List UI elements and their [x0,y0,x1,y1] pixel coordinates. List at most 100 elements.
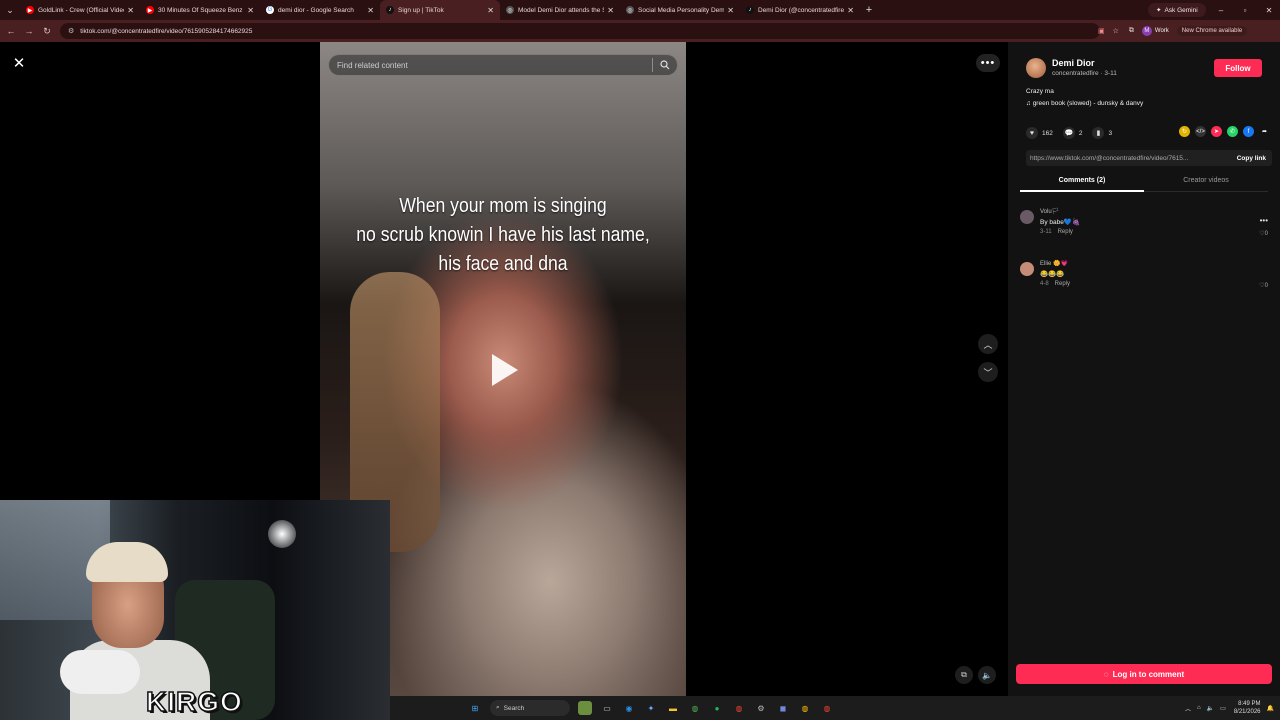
comment-like-button[interactable]: ♡0 [1259,230,1268,237]
next-video-button[interactable]: ﹀ [978,362,998,382]
reply-button[interactable]: Reply [1058,229,1073,235]
tab-close-icon[interactable]: ✕ [487,6,494,15]
discord-icon[interactable]: ◼ [776,701,790,715]
tab-comments[interactable]: Comments (2) [1020,172,1144,192]
tab-close-icon[interactable]: ✕ [247,6,254,15]
copilot-icon[interactable]: ✦ [644,701,658,715]
notification-icon[interactable]: 🔔 [1267,705,1274,712]
comment-button[interactable]: 💬 2 [1062,127,1083,139]
tab-favicon-icon: ▶ [146,6,154,14]
tab-close-icon[interactable]: ✕ [127,6,134,15]
details-panel: Demi Dior concentratedfire · 3-11 Follow… [1008,42,1280,696]
chrome-work-icon[interactable]: ◍ [798,701,812,715]
cast-icon[interactable]: ▣ [1098,27,1105,35]
task-view-icon[interactable]: ▭ [600,701,614,715]
volume-button[interactable]: 🔈 [978,666,996,684]
settings-icon[interactable]: ⚙ [754,701,768,715]
browser-tab[interactable]: ▶ 30 Minutes Of Squeeze Benz B...✕ [140,0,260,20]
back-button[interactable]: ← [2,20,20,42]
volume-icon[interactable]: 🔈 [1207,705,1214,712]
previous-video-button[interactable]: ︿ [978,334,998,354]
commenter-name[interactable]: Volu🏳 [1040,208,1059,215]
forward-button[interactable]: → [20,20,38,42]
address-bar[interactable]: ⚙ tiktok.com/@concentratedfire/video/761… [60,23,1100,39]
search-button[interactable] [653,54,677,76]
profile-name: Work [1154,28,1169,34]
repost-icon[interactable]: ↻ [1179,126,1190,137]
tab-title: GoldLink - Crew (Official Video... [38,6,125,14]
widgets-icon[interactable] [578,701,592,715]
browser-tab[interactable]: ◎ Model Demi Dior attends the S... ✕ [500,0,620,20]
close-video-button[interactable]: ✕ [10,54,28,72]
network-icon[interactable]: ⌂ [1197,705,1201,711]
chrome-icon[interactable]: ◍ [688,701,702,715]
share-arrow-icon[interactable]: ➦ [1259,126,1270,137]
tab-close-icon[interactable]: ✕ [727,6,734,15]
taskbar-clock[interactable]: 8:49 PM 8/21/2026 [1234,700,1261,716]
tab-close-icon[interactable]: ✕ [367,6,374,15]
tray-chevron-icon[interactable]: ︿ [1185,704,1191,713]
login-to-comment-button[interactable]: ◌ Log in to comment [1016,664,1272,684]
ask-gemini-button[interactable]: ✦ Ask Gemini [1148,3,1206,17]
browser-tab[interactable]: ▶ GoldLink - Crew (Official Video... ✕ [20,0,140,20]
taskbar-search[interactable]: ⌕ Search [490,700,570,716]
tab-search-icon[interactable]: ⌄ [0,0,20,20]
browser-tab[interactable]: ♪ Demi Dior (@concentratedfire)... ✕ [740,0,860,20]
comment-icon: 💬 [1062,127,1075,139]
reload-button[interactable]: ↻ [38,20,56,42]
commenter-avatar[interactable] [1020,262,1034,276]
more-options-button[interactable]: ••• [976,54,1000,72]
browser-tab[interactable]: ♪ Sign up | TikTok ✕ [380,0,500,20]
save-button[interactable]: ▮ 3 [1092,127,1112,139]
edge-icon[interactable]: ◉ [622,701,636,715]
embed-icon[interactable]: </> [1195,126,1206,137]
music-link[interactable]: ♫ green book (slowed) - dunsky & danvy [1026,100,1143,107]
tab-close-icon[interactable]: ✕ [847,6,854,15]
comment-like-button[interactable]: ♡0 [1259,282,1268,289]
author-avatar[interactable] [1026,58,1046,78]
windows-start-icon[interactable]: ⊞ [468,701,482,715]
tab-title: Model Demi Dior attends the S... [518,6,605,14]
author-name[interactable]: Demi Dior [1052,58,1095,68]
new-tab-button[interactable]: + [860,4,878,16]
tab-title: demi dior - Google Search [278,6,354,14]
browser-tab[interactable]: ◎ Social Media Personality Demi... ✕ [620,0,740,20]
commenter-name[interactable]: Ellie 🌼💗 [1040,260,1068,267]
reply-button[interactable]: Reply [1055,281,1070,287]
site-info-icon[interactable]: ⚙ [68,27,74,35]
follow-button[interactable]: Follow [1214,59,1262,77]
profile-button[interactable]: M Work [1141,26,1169,36]
comment-more-button[interactable]: ••• [1260,216,1268,225]
whatsapp-icon[interactable]: ✆ [1227,126,1238,137]
browser-tab[interactable]: Gdemi dior - Google Search ✕ [260,0,380,20]
close-window-button[interactable]: ✕ [1258,0,1280,20]
send-icon[interactable]: ➤ [1211,126,1222,137]
copy-link-button[interactable]: Copy link [1231,155,1272,162]
chrome-active-icon[interactable]: ◍ [820,701,834,715]
save-count: 3 [1108,129,1113,137]
play-icon[interactable] [492,354,518,386]
webcam-light [268,520,296,548]
battery-icon[interactable]: ▭ [1220,705,1226,712]
new-chrome-available-button[interactable]: New Chrome available [1176,26,1248,36]
tab-close-icon[interactable]: ✕ [607,6,614,15]
spotify-icon[interactable]: ● [710,701,724,715]
maximize-button[interactable]: ▫ [1234,0,1256,20]
tab-creator-videos[interactable]: Creator videos [1144,172,1268,191]
tab-favicon-icon: G [266,6,274,14]
comment-count: 2 [1078,129,1083,137]
miniplayer-button[interactable]: ⧉ [955,666,973,684]
login-label: Log in to comment [1112,669,1185,679]
bookmark-star-icon[interactable]: ☆ [1113,27,1119,35]
related-search-input[interactable] [337,60,652,70]
url-text: tiktok.com/@concentratedfire/video/76159… [80,27,253,35]
like-button[interactable]: ♥ 162 [1026,127,1053,139]
extensions-icon[interactable]: ⧉ [1129,27,1134,35]
commenter-avatar[interactable] [1020,210,1034,224]
minimize-button[interactable]: – [1210,0,1232,20]
file-explorer-icon[interactable]: ▬ [666,701,680,715]
chrome-profile-icon[interactable]: ◍ [732,701,746,715]
video-description: Crazy ma [1026,88,1054,95]
facebook-icon[interactable]: f [1243,126,1254,137]
comment-meta: 3-11 Reply [1040,229,1073,235]
